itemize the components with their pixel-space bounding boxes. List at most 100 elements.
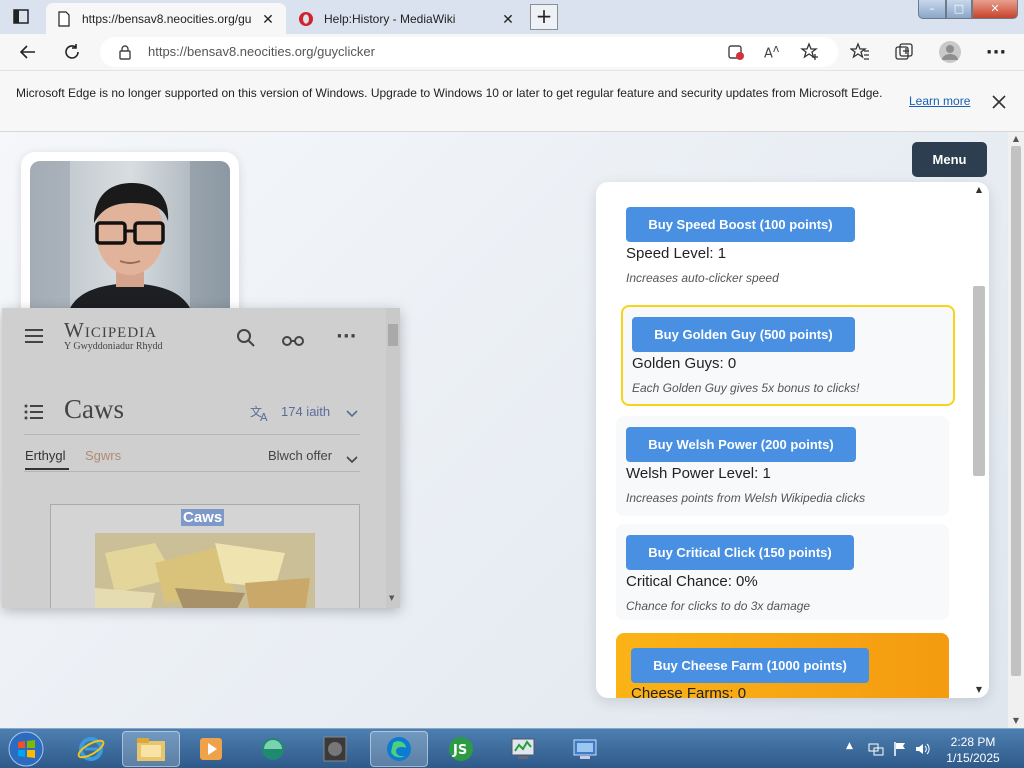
article-title: Caws [64,394,124,424]
scroll-up-arrow-icon[interactable]: ▲ [1011,134,1021,143]
page-scrollbar[interactable]: ▲ ▼ [1008,132,1024,728]
upgrade-golden-guy: Buy Golden Guy (500 points) Golden Guys:… [621,305,955,406]
menu-button[interactable]: Menu [912,142,987,177]
page-content: Wicipedia Y Gwyddoniadur Rhydd ··· Caws … [0,132,1008,728]
chevron-down-icon[interactable] [346,450,358,469]
hamburger-menu-icon[interactable] [24,328,44,348]
lock-icon[interactable] [118,44,132,64]
learn-more-link[interactable]: Learn more [909,94,970,108]
new-tab-button[interactable]: + [530,4,558,30]
more-icon[interactable]: ··· [336,326,357,347]
edge-icon[interactable] [370,731,428,767]
buy-golden-guy-button[interactable]: Buy Golden Guy (500 points) [632,317,855,352]
maximize-button[interactable]: □ [946,0,972,19]
remote-desktop-icon[interactable] [556,731,614,767]
glasses-icon[interactable] [282,332,304,351]
search-icon[interactable] [236,328,256,352]
tab-mediawiki[interactable]: Help:History - MediaWiki ✕ [288,3,526,34]
add-favorite-icon[interactable] [800,42,820,62]
cheese-image[interactable] [95,533,315,608]
buy-speed-boost-button[interactable]: Buy Speed Boost (100 points) [626,207,855,242]
infobox: Caws [50,504,360,608]
show-hidden-icons[interactable]: ▲ [846,741,862,757]
upgrade-critical-click: Buy Critical Click (150 points) Critical… [616,524,949,620]
upgrade-shop-panel: Buy Speed Boost (100 points) Speed Level… [596,182,989,698]
scroll-down-arrow-icon[interactable]: ▼ [1011,716,1021,725]
scrollbar-thumb[interactable] [388,324,398,346]
js-app-icon[interactable]: JS [432,731,490,767]
speed-level-text: Speed Level: 1 [626,245,727,262]
file-explorer-icon[interactable] [122,731,180,767]
wiki-scrollbar[interactable]: ▼ [386,308,400,608]
close-window-button[interactable]: ✕ [972,0,1018,19]
clock-time: 2:28 PM [950,735,996,749]
translate-icon[interactable]: 文A [250,404,272,426]
svg-text:JS: JS [452,743,467,758]
read-aloud-icon[interactable]: Aʌ [764,42,784,62]
divider [24,471,360,472]
internet-explorer-icon[interactable] [62,731,120,767]
tab-strip: https://bensav8.neocities.org/gu ✕ Help:… [0,0,1024,34]
refresh-icon[interactable] [58,38,86,66]
wiki-tagline: Y Gwyddoniadur Rhydd [64,341,163,352]
wikipedia-wordmark[interactable]: Wicipedia Y Gwyddoniadur Rhydd [64,318,163,352]
close-tab-icon[interactable]: ✕ [500,11,516,27]
network-icon[interactable] [868,741,884,757]
critical-chance-text: Critical Chance: 0% [626,573,758,590]
guy-image[interactable] [30,161,230,323]
minimize-button[interactable]: – [918,0,946,19]
collections-icon[interactable] [890,38,918,66]
upgrade-speed-boost: Buy Speed Boost (100 points) Speed Level… [616,196,949,296]
cheese-farms-text: Cheese Farms: 0 [631,685,747,698]
tab-talk[interactable]: Sgwrs [85,448,121,463]
flag-icon[interactable] [892,741,908,757]
buy-critical-click-button[interactable]: Buy Critical Click (150 points) [626,535,854,570]
start-button[interactable] [6,730,46,768]
close-icon[interactable] [990,93,1008,111]
address-bar[interactable]: https://bensav8.neocities.org/guyclicker… [100,37,838,67]
shop-scrollbar[interactable]: ▲ ▼ [973,182,985,698]
media-player-icon[interactable] [182,731,240,767]
system-clock[interactable]: 2:28 PM 1/15/2025 [942,734,1004,766]
divider [24,434,360,435]
active-tab-underline [25,468,69,470]
contents-list-icon[interactable] [24,404,44,424]
blocked-icon[interactable] [726,42,746,62]
scroll-down-arrow-icon[interactable]: ▼ [973,685,985,694]
welsh-power-desc: Increases points from Welsh Wikipedia cl… [626,491,866,505]
upgrade-cheese-farm: Buy Cheese Farm (1000 points) Cheese Far… [616,633,949,698]
url-text[interactable]: https://bensav8.neocities.org/guyclicker [148,44,375,59]
profile-avatar-icon[interactable] [936,38,964,66]
tab-actions-icon[interactable] [10,7,32,27]
tab-guyclicker[interactable]: https://bensav8.neocities.org/gu ✕ [46,3,286,34]
wikipedia-overlay[interactable]: Wicipedia Y Gwyddoniadur Rhydd ··· Caws … [2,308,400,608]
golden-guy-desc: Each Golden Guy gives 5x bonus to clicks… [632,381,860,395]
svg-text:A: A [260,411,268,422]
volume-icon[interactable] [914,741,930,757]
scrollbar-thumb[interactable] [973,286,985,476]
clicker-card[interactable] [21,152,239,332]
scrollbar-thumb[interactable] [1011,146,1021,676]
critical-click-desc: Chance for clicks to do 3x damage [626,599,811,613]
chevron-down-icon[interactable] [346,404,358,423]
winrar-icon[interactable] [306,731,364,767]
app-green-icon[interactable] [244,731,302,767]
clock-date: 1/15/2025 [946,751,1000,765]
favorites-icon[interactable] [846,38,874,66]
more-options-icon[interactable]: ··· [982,38,1010,66]
language-count[interactable]: 174 iaith [281,404,330,419]
scroll-up-arrow-icon[interactable]: ▲ [973,185,985,194]
tab-article[interactable]: Erthygl [25,448,65,463]
welsh-power-level-text: Welsh Power Level: 1 [626,465,771,482]
scroll-down-arrow-icon[interactable]: ▼ [389,594,394,602]
buy-welsh-power-button[interactable]: Buy Welsh Power (200 points) [626,427,856,462]
upgrade-welsh-power: Buy Welsh Power (200 points) Welsh Power… [616,416,949,516]
wiki-logo-text: Wicipedia [64,318,157,342]
close-tab-icon[interactable]: ✕ [260,11,276,27]
golden-guys-text: Golden Guys: 0 [632,355,737,372]
opera-icon [298,11,314,27]
task-manager-icon[interactable] [494,731,552,767]
buy-cheese-farm-button[interactable]: Buy Cheese Farm (1000 points) [631,648,869,683]
tools-menu[interactable]: Blwch offer [268,448,332,463]
back-arrow-icon[interactable] [14,38,42,66]
